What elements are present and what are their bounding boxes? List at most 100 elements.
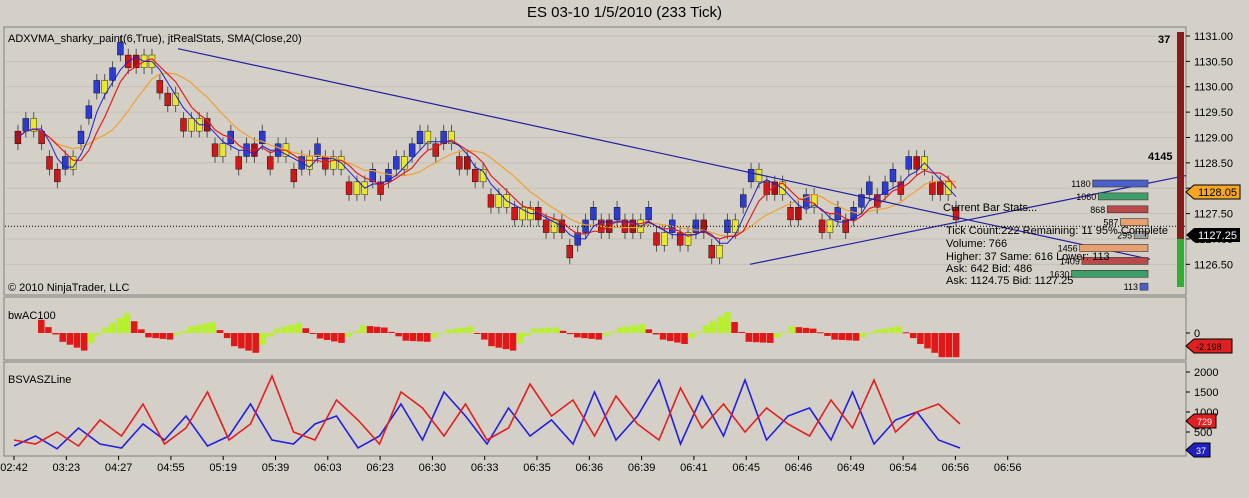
vasz-panel-label: BSVASZLine — [8, 374, 71, 386]
ac-histogram-bar — [466, 326, 474, 333]
price-bar — [211, 143, 219, 157]
volume-profile-bar — [1071, 269, 1149, 278]
ac-histogram-bar — [52, 333, 59, 335]
ac-histogram-bar — [745, 333, 753, 342]
price-bar — [456, 156, 463, 170]
ac-histogram-bar — [145, 333, 152, 338]
ac-histogram-bar — [245, 333, 252, 351]
ac-histogram-bar — [781, 331, 788, 333]
ac-histogram-bar — [666, 333, 674, 342]
time-tick-label: 06:49 — [837, 462, 865, 474]
ac-histogram-bar — [824, 333, 831, 336]
price-tick-label: 1129.50 — [1194, 107, 1233, 119]
ac-histogram-bar — [624, 326, 631, 333]
ac-histogram-bar — [452, 328, 460, 333]
time-tick-label: 06:56 — [942, 462, 970, 474]
volume-profile-label: 1060 — [1076, 192, 1096, 202]
volume-profile-bar — [1092, 179, 1149, 188]
indicator-label: ADXVMA_sharky_paint(6,True), jtRealStats… — [8, 33, 302, 45]
ac-histogram-bar — [716, 316, 724, 333]
ac-histogram-bar — [80, 333, 88, 351]
ac-histogram-bar — [788, 326, 796, 333]
ac-histogram-bar — [438, 333, 445, 334]
current-price-badge: 1127.25 — [1186, 228, 1240, 242]
price-bar — [747, 168, 755, 183]
price-bar — [566, 245, 573, 259]
price-bar — [85, 105, 93, 119]
ac-histogram-bar — [731, 322, 738, 333]
ac-histogram-bar — [888, 327, 896, 333]
ac-histogram-bar — [180, 330, 188, 333]
ac-histogram-bar — [924, 333, 931, 349]
price-bar — [590, 207, 597, 221]
ac-histogram-bar — [66, 333, 74, 345]
svg-text:1127.25: 1127.25 — [1198, 230, 1237, 242]
price-bar — [905, 156, 912, 170]
ac-histogram-bar — [952, 333, 960, 358]
ac-histogram-bar — [545, 327, 553, 333]
ac-histogram-bar — [588, 333, 595, 339]
ac-histogram-bar — [459, 327, 467, 333]
price-tick-label: 1126.50 — [1194, 259, 1233, 271]
stats-volume-line: Volume: 766 — [946, 238, 1007, 250]
time-tick-label: 06:03 — [314, 462, 342, 474]
ac-histogram-bar — [724, 312, 731, 333]
ac-histogram-bar — [674, 333, 681, 343]
ac-histogram-bar — [123, 313, 131, 333]
volume-profile-label: 113 — [1124, 282, 1138, 292]
volume-profile-label: 868 — [1090, 205, 1105, 215]
price-bar — [613, 207, 621, 221]
ac-histogram-bar — [331, 333, 338, 342]
price-bar — [180, 118, 187, 132]
ac-histogram-bar — [859, 333, 867, 338]
price-bar — [188, 118, 195, 132]
svg-text:1128.05: 1128.05 — [1198, 187, 1237, 199]
time-tick-label: 06:41 — [680, 462, 708, 474]
ac-histogram-bar — [688, 333, 695, 338]
ac-histogram-bar — [295, 323, 302, 333]
price-bar — [46, 156, 53, 170]
time-tick-label: 05:19 — [209, 462, 237, 474]
ac-histogram-bar — [845, 333, 853, 341]
ac-histogram-bar — [702, 325, 710, 333]
price-tick-label: 1129.00 — [1194, 132, 1233, 144]
ac-histogram-bar — [652, 333, 660, 335]
price-bar — [740, 194, 747, 208]
price-bar — [471, 168, 479, 183]
ac-histogram-bar — [352, 331, 360, 333]
time-tick-label: 02:42 — [0, 462, 28, 474]
price-bar — [929, 181, 936, 195]
ac-histogram-bar — [817, 332, 824, 334]
ac-histogram-bar — [502, 333, 510, 350]
ac-histogram-bar — [95, 333, 102, 336]
ac-histogram-bar — [345, 333, 352, 338]
ac-histogram-bar — [838, 333, 846, 340]
ac-histogram-bar — [395, 333, 402, 337]
ac-histogram-bar — [45, 327, 52, 333]
ac-histogram-bar — [302, 328, 309, 333]
price-bar — [156, 80, 164, 94]
ac-histogram-bar — [73, 333, 81, 348]
time-tick-label: 06:54 — [889, 462, 917, 474]
time-tick-label: 06:46 — [785, 462, 813, 474]
price-bar — [393, 156, 400, 170]
svg-text:37: 37 — [1196, 446, 1206, 456]
vasz-tick-label: 2000 — [1194, 367, 1218, 379]
price-bar — [416, 130, 424, 145]
price-bar — [866, 181, 873, 195]
ac-histogram-bar — [559, 330, 567, 333]
price-bar — [889, 168, 897, 183]
ac-histogram-bar — [116, 317, 124, 333]
ac-histogram-bar — [867, 333, 874, 334]
price-tick-label: 1128.50 — [1194, 158, 1233, 170]
ac-histogram-bar — [709, 320, 717, 333]
ac-histogram-bar — [752, 333, 760, 343]
ac-histogram-bar — [595, 333, 603, 340]
ac-histogram-bar — [831, 333, 838, 340]
svg-text:-2.198: -2.198 — [1196, 342, 1222, 352]
price-bar — [487, 194, 495, 208]
price-bar — [408, 143, 416, 157]
ac-histogram-bar — [552, 327, 560, 333]
ac-histogram-bar — [809, 328, 817, 333]
ac-histogram-bar — [681, 333, 688, 344]
